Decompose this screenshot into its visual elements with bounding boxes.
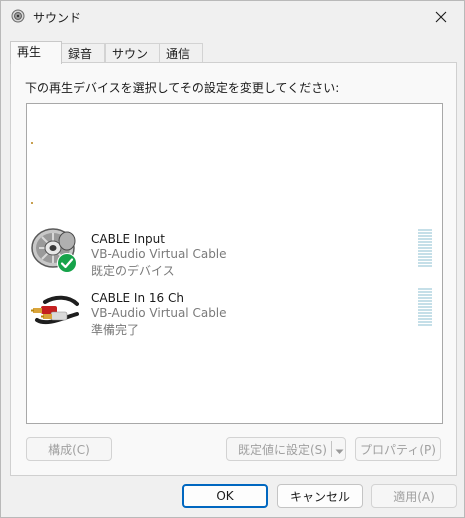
device-status: 準備完了 [91,323,140,337]
device-name: CABLE Input [91,232,165,246]
tab-sounds[interactable]: サウンド [105,43,163,81]
list-item-cable-in-16ch[interactable]: CABLE In 16 Ch VB-Audio Virtual Cable 準備… [27,286,442,344]
tab-playback[interactable]: 再生 [10,41,62,64]
cancel-button[interactable]: キャンセル [277,484,363,508]
list-item-cable-input[interactable]: CABLE Input VB-Audio Virtual Cable 既定のデバ… [27,227,442,285]
set-default-split-button[interactable]: 既定値に設定(S) [226,437,346,461]
tab-recording[interactable]: 録音 [61,43,105,64]
close-icon [435,11,447,23]
check-badge-icon [57,253,77,273]
configure-button[interactable]: 構成(C) [26,437,112,461]
properties-button[interactable]: プロパティ(P) [355,437,441,461]
instruction-text: 下の再生デバイスを選択してその設定を変更してください: [25,81,340,95]
chevron-down-icon[interactable] [335,445,344,459]
rca-cable-icon [31,292,79,338]
split-divider [331,441,332,457]
close-button[interactable] [418,1,464,33]
level-meter [418,229,432,268]
device-list[interactable]: CABLE Input VB-Audio Virtual Cable 既定のデバ… [26,103,443,424]
sound-dialog: サウンド 再生 録音 サウンド 通信 下の再生デバイスを選択してその設定を変更し… [0,0,465,518]
list-artifact [31,142,33,144]
set-default-label: 既定値に設定(S) [238,442,327,457]
list-artifact [31,202,33,204]
title-bar: サウンド [1,1,464,33]
speaker-icon [11,9,25,23]
device-description: VB-Audio Virtual Cable [91,247,227,261]
device-name: CABLE In 16 Ch [91,291,184,305]
apply-button[interactable]: 適用(A) [371,484,457,508]
device-status: 既定のデバイス [91,264,175,278]
tab-communications[interactable]: 通信 [159,43,203,64]
ok-button[interactable]: OK [182,484,268,508]
playback-panel: 下の再生デバイスを選択してその設定を変更してください: CABLE Input … [10,62,457,476]
level-meter [418,288,432,327]
device-description: VB-Audio Virtual Cable [91,306,227,320]
window-title: サウンド [33,11,82,25]
